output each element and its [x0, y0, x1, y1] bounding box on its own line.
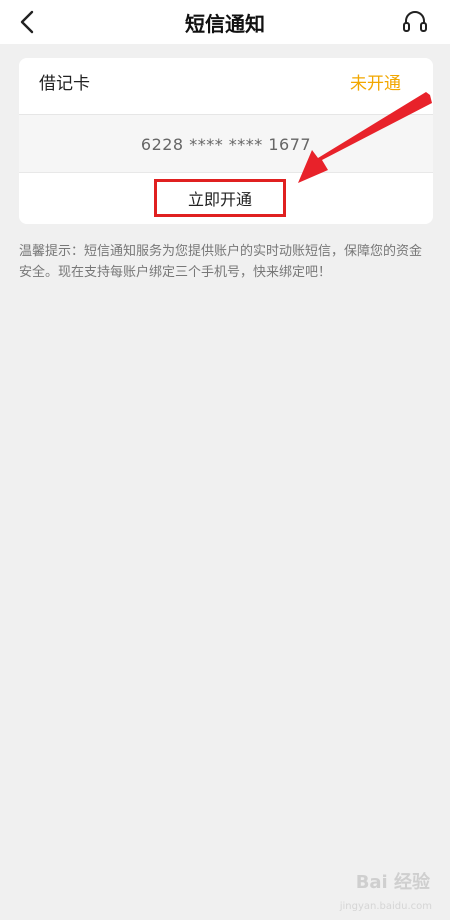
activate-now-button[interactable]: 立即开通 [154, 179, 286, 217]
watermark-logo: Bai 经验 [355, 872, 430, 893]
headset-icon [403, 11, 427, 32]
card-type-label: 借记卡 [39, 74, 90, 94]
card-header: 借记卡 未开通 [19, 58, 433, 114]
page-title: 短信通知 [185, 11, 265, 36]
top-bar: 短信通知 [0, 0, 450, 44]
debit-card-panel: 借记卡 未开通 6228 **** **** 1677 立即开通 [19, 58, 433, 224]
status-badge: 未开通 [350, 74, 401, 94]
card-number: 6228 **** **** 1677 [140, 134, 312, 154]
tips-text: 温馨提示：短信通知服务为您提供账户的实时动账短信，保障您的资金安全。现在支持每账… [19, 244, 423, 280]
card-action-row: 立即开通 [19, 172, 433, 224]
watermark-url: jingyan.baidu.com [339, 901, 432, 912]
customer-service-button[interactable] [400, 7, 430, 37]
